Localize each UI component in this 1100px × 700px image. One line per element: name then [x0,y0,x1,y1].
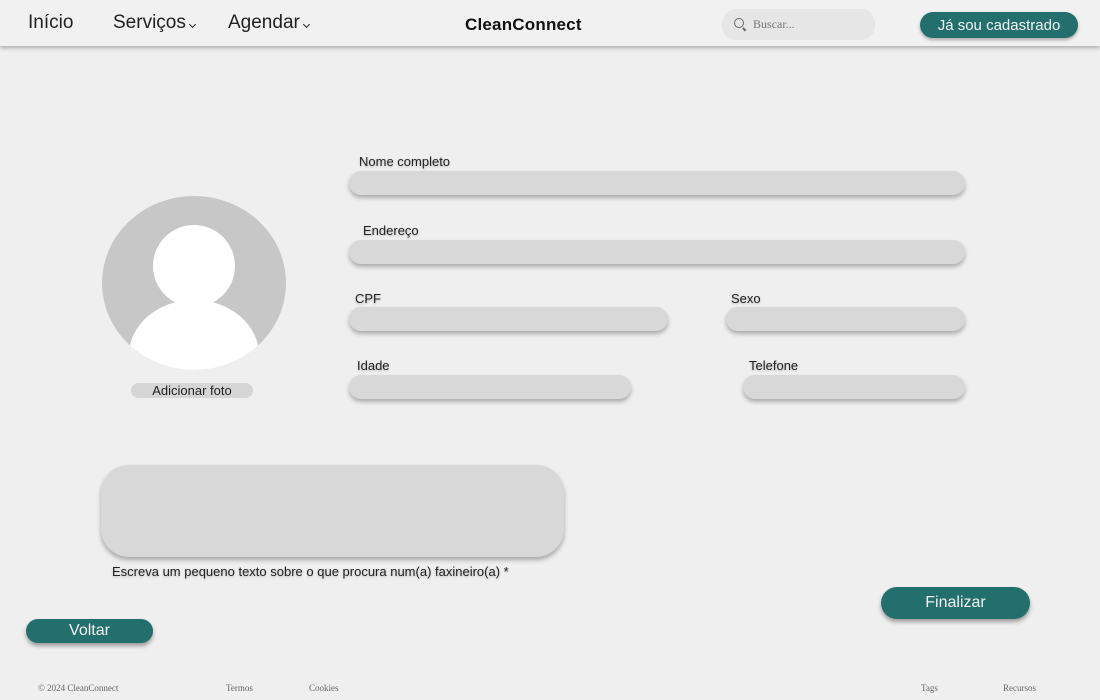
cpf-field[interactable] [349,307,668,331]
chevron-down-icon [188,20,196,29]
sex-label: Sexo [731,291,761,306]
chevron-down-icon [302,20,310,29]
age-field[interactable] [349,375,631,399]
address-field[interactable] [349,240,965,264]
description-helper-text: Escreva um pequeno texto sobre o que pro… [112,564,509,579]
search-icon [734,18,747,31]
top-navbar: Início Serviços Agendar CleanConnect Já … [0,0,1100,46]
user-placeholder-shoulders [129,300,259,370]
full-name-field[interactable] [349,171,965,195]
finalize-button[interactable]: Finalizar [881,587,1030,619]
address-label: Endereço [363,223,419,238]
nav-agendar-label: Agendar [228,12,300,33]
login-button[interactable]: Já sou cadastrado [920,12,1078,38]
description-textarea[interactable] [101,465,564,557]
user-placeholder-icon [153,225,235,307]
footer-link-termos[interactable]: Termos [226,683,253,693]
cpf-label: CPF [355,291,381,306]
footer-copyright: © 2024 CleanConnect [38,683,119,693]
nav-inicio[interactable]: Início [28,12,73,34]
phone-field[interactable] [743,375,965,399]
search-input[interactable] [753,17,863,32]
full-name-label: Nome completo [359,154,451,169]
back-button[interactable]: Voltar [26,619,153,643]
phone-label: Telefone [749,358,799,373]
avatar-placeholder [102,196,286,370]
age-label: Idade [357,358,390,373]
footer-link-recursos[interactable]: Recursos [1003,683,1036,693]
nav-inicio-label: Início [28,12,74,33]
footer-link-tags[interactable]: Tags [921,683,938,693]
nav-servicos-label: Serviços [113,12,186,33]
search-box[interactable] [722,9,875,40]
nav-servicos[interactable]: Serviços [113,12,196,34]
add-photo-button[interactable]: Adicionar foto [131,383,253,398]
footer-link-cookies[interactable]: Cookies [309,683,339,693]
nav-agendar[interactable]: Agendar [228,12,310,34]
brand-logo[interactable]: CleanConnect [465,15,582,35]
sex-field[interactable] [726,307,965,331]
